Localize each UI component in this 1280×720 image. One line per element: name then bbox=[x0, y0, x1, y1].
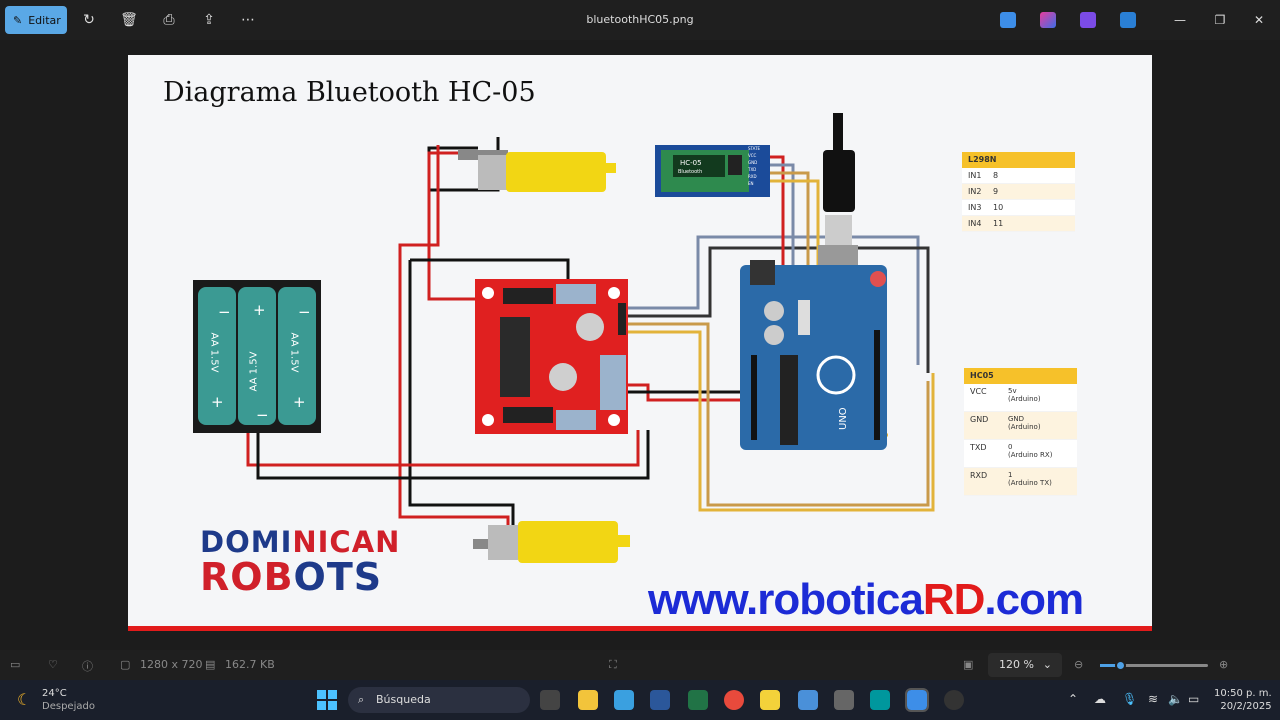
clipchamp-app-icon[interactable] bbox=[1080, 12, 1096, 28]
motor-top bbox=[458, 150, 616, 192]
chevron-down-icon: ⌄ bbox=[1042, 658, 1052, 671]
sticky-notes-icon[interactable] bbox=[760, 690, 780, 710]
taskbar: ☾ 24°C Despejado ⌕ Búsqueda ⌃ ☁ 🎙 ≋ 🔈 ▭ 10… bbox=[0, 680, 1280, 720]
zoom-in-icon[interactable]: ⊕ bbox=[1219, 658, 1228, 671]
windows-start-icon[interactable] bbox=[317, 690, 337, 710]
svg-text:−: − bbox=[218, 303, 231, 321]
excel-icon[interactable] bbox=[688, 690, 708, 710]
zoom-out-icon[interactable]: ⊖ bbox=[1074, 658, 1083, 671]
calculator-icon[interactable] bbox=[834, 690, 854, 710]
weather-widget[interactable]: 24°C Despejado bbox=[42, 687, 95, 713]
table-row: VCC 5v (Arduino) bbox=[964, 384, 1077, 412]
taskbar-search[interactable]: ⌕ Búsqueda bbox=[348, 687, 530, 713]
battery-plus-3: + bbox=[293, 393, 306, 411]
diagram-image: Diagrama Bluetooth HC-05 + + + − − − HC-… bbox=[128, 55, 1152, 631]
battery-label-1: AA 1.5V bbox=[208, 332, 220, 373]
status-bar: ▭ ♡ ⓘ ▢ 1280 x 720 ▤ 162.7 KB ⛶ ▣ 120 % ⌄… bbox=[0, 650, 1280, 680]
designer-app-icon[interactable] bbox=[1040, 12, 1056, 28]
search-icon: ⌕ bbox=[358, 693, 365, 706]
photos-app-window: ✎ Editar ↻ 🗑 ⎙ ⇪ ⋯ bluetoothHC05.png — ❐… bbox=[0, 0, 1280, 720]
microphone-icon[interactable]: 🎙 bbox=[1122, 692, 1137, 706]
favorite-icon[interactable]: ♡ bbox=[48, 658, 58, 671]
obs-icon[interactable] bbox=[944, 690, 964, 710]
arduino-uno: UNO bbox=[740, 260, 887, 450]
table-row: RXD 1 (Arduino TX) bbox=[964, 468, 1077, 496]
image-dimensions: 1280 x 720 bbox=[140, 658, 203, 671]
table-row: IN1 8 bbox=[962, 168, 1075, 184]
snipping-tool-icon[interactable] bbox=[614, 690, 634, 710]
hc05-pin-labels: STATE VCC GND TXD RXD EN bbox=[748, 146, 761, 186]
table-row: IN4 11 bbox=[962, 216, 1075, 232]
file-explorer-icon[interactable] bbox=[578, 690, 598, 710]
arduino-text: UNO bbox=[838, 407, 849, 430]
table-row: IN2 9 bbox=[962, 184, 1075, 200]
l298n-table-header: L298N bbox=[962, 152, 1075, 168]
battery-label-2: AA 1.5V bbox=[248, 351, 260, 392]
table-row: GND GND (Arduino) bbox=[964, 412, 1077, 440]
minimize-icon[interactable]: — bbox=[1170, 10, 1190, 30]
battery-black-wire bbox=[256, 430, 650, 480]
word-icon[interactable] bbox=[650, 690, 670, 710]
hc05-table-header: HC05 bbox=[964, 368, 1077, 384]
fit-window-icon[interactable]: ▣ bbox=[963, 658, 973, 671]
table-row: IN3 10 bbox=[962, 200, 1075, 216]
dimensions-icon: ▢ bbox=[120, 658, 131, 671]
battery-plus-1: + bbox=[211, 393, 224, 411]
zoom-slider-knob[interactable] bbox=[1115, 660, 1126, 671]
info-icon[interactable]: ⓘ bbox=[82, 658, 93, 674]
top-toolbar: ✎ Editar ↻ 🗑 ⎙ ⇪ ⋯ bluetoothHC05.png — ❐… bbox=[0, 0, 1280, 40]
show-hidden-icons-icon[interactable]: ⌃ bbox=[1068, 692, 1078, 706]
battery-label-3: AA 1.5V bbox=[288, 332, 300, 373]
battery-plus-2: + bbox=[253, 301, 266, 319]
image-size: 162.7 KB bbox=[225, 658, 275, 671]
zoom-slider[interactable] bbox=[1100, 660, 1208, 671]
chrome-icon[interactable] bbox=[724, 690, 744, 710]
battery-red-wire bbox=[246, 430, 640, 467]
bottom-red-line bbox=[128, 626, 1152, 631]
close-icon[interactable]: ✕ bbox=[1249, 10, 1269, 30]
hc05-chip-sub: Bluetooth bbox=[678, 169, 702, 175]
battery-icon[interactable]: ▭ bbox=[1188, 692, 1199, 706]
logo-dominican: DOMINICAN bbox=[200, 525, 401, 559]
paint-app-icon[interactable] bbox=[1000, 12, 1016, 28]
filmstrip-icon[interactable]: ▭ bbox=[10, 658, 20, 671]
notepad-icon[interactable] bbox=[798, 690, 818, 710]
svg-text:−: − bbox=[256, 406, 269, 424]
l298n-table: L298N IN1 8 IN2 9 IN3 10 IN4 11 bbox=[962, 152, 1075, 232]
wifi-icon[interactable]: ≋ bbox=[1148, 692, 1158, 706]
website-url: www.roboticaRD.com bbox=[648, 575, 1084, 624]
hc05-chip-text: HC-05 bbox=[680, 159, 702, 167]
crop-icon[interactable]: ⛶ bbox=[609, 658, 617, 672]
hc05-table: HC05 VCC 5v (Arduino) GND GND (Arduino) TXD 0… bbox=[964, 368, 1077, 496]
onedrive-app-icon[interactable] bbox=[1120, 12, 1136, 28]
onedrive-tray-icon[interactable]: ☁ bbox=[1094, 692, 1106, 706]
taskview-icon[interactable] bbox=[540, 690, 560, 710]
motor-bottom bbox=[473, 521, 630, 563]
table-row: TXD 0 (Arduino RX) bbox=[964, 440, 1077, 468]
weather-moon-icon: ☾ bbox=[17, 690, 32, 709]
maximize-icon[interactable]: ❐ bbox=[1210, 10, 1230, 30]
volume-icon[interactable]: 🔈 bbox=[1168, 692, 1183, 706]
svg-text:−: − bbox=[298, 303, 311, 321]
l298n-driver bbox=[475, 279, 628, 434]
clock[interactable]: 10:50 p. m. 20/2/2025 bbox=[1214, 687, 1272, 713]
filesize-icon: ▤ bbox=[205, 658, 216, 671]
photos-icon[interactable] bbox=[905, 688, 929, 712]
logo-robots: ROBOTS bbox=[200, 555, 383, 599]
arduino-ide-icon[interactable] bbox=[870, 690, 890, 710]
usb-cable bbox=[818, 113, 858, 285]
zoom-select[interactable]: 120 % ⌄ bbox=[988, 653, 1062, 677]
